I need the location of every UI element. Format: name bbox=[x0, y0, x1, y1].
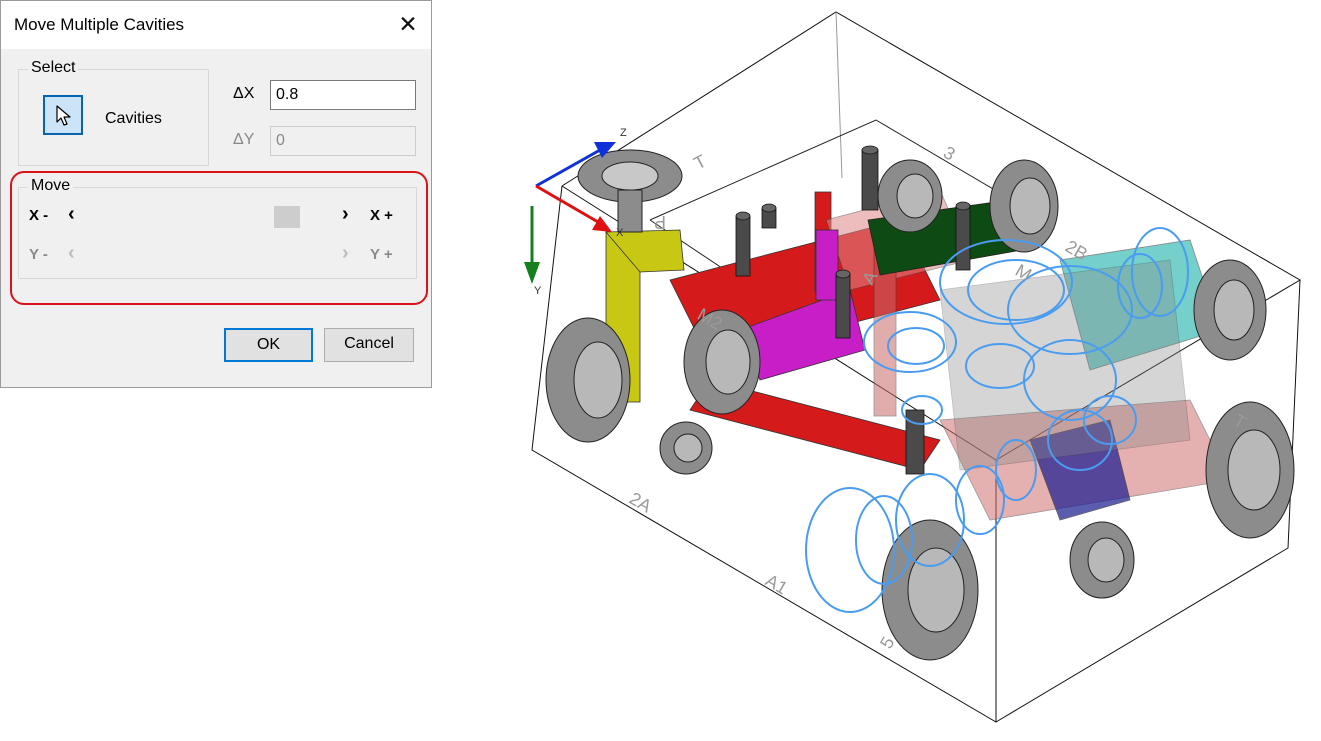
port-label-3: 3 bbox=[940, 142, 959, 164]
delta-y-label: ΔY bbox=[233, 131, 255, 148]
port-label-t-top: T bbox=[690, 151, 709, 174]
pick-cavities-button[interactable] bbox=[43, 95, 83, 135]
move-group-highlight bbox=[10, 171, 428, 305]
port-label-2a: 2A bbox=[626, 488, 655, 516]
delta-y-input[interactable] bbox=[270, 126, 416, 156]
ok-button[interactable]: OK bbox=[224, 328, 313, 362]
y-axis-arrow-icon bbox=[524, 262, 540, 284]
cancel-button[interactable]: Cancel bbox=[324, 328, 414, 362]
manifold-3d-model: T 3 2B M2 A P M 2A A1 5 T Z X Y bbox=[524, 11, 1301, 723]
cavities-label: Cavities bbox=[105, 110, 162, 127]
y-axis-label: Y bbox=[534, 285, 542, 297]
title-bar: Move Multiple Cavities ✕ bbox=[1, 1, 431, 49]
cursor-arrow-icon bbox=[56, 105, 71, 126]
manifold-3d-viewport[interactable]: T 3 2B M2 A P M 2A A1 5 T Z X Y bbox=[470, 0, 1321, 736]
gray-transparent-body bbox=[939, 259, 1191, 471]
z-axis-label: Z bbox=[620, 127, 627, 139]
select-group: Select Cavities bbox=[18, 59, 209, 166]
port-label-p: P bbox=[654, 212, 666, 232]
close-icon[interactable]: ✕ bbox=[389, 7, 427, 41]
port-label-a1: A1 bbox=[762, 570, 791, 598]
delta-x-input[interactable] bbox=[270, 80, 416, 110]
dialog-title: Move Multiple Cavities bbox=[14, 15, 185, 34]
select-group-label: Select bbox=[28, 59, 79, 77]
move-multiple-cavities-dialog: Move Multiple Cavities ✕ Select Cavities… bbox=[0, 0, 432, 388]
x-axis-label: X bbox=[616, 227, 624, 239]
x-axis-arrow-icon bbox=[592, 216, 612, 232]
delta-x-label: ΔX bbox=[233, 85, 255, 102]
